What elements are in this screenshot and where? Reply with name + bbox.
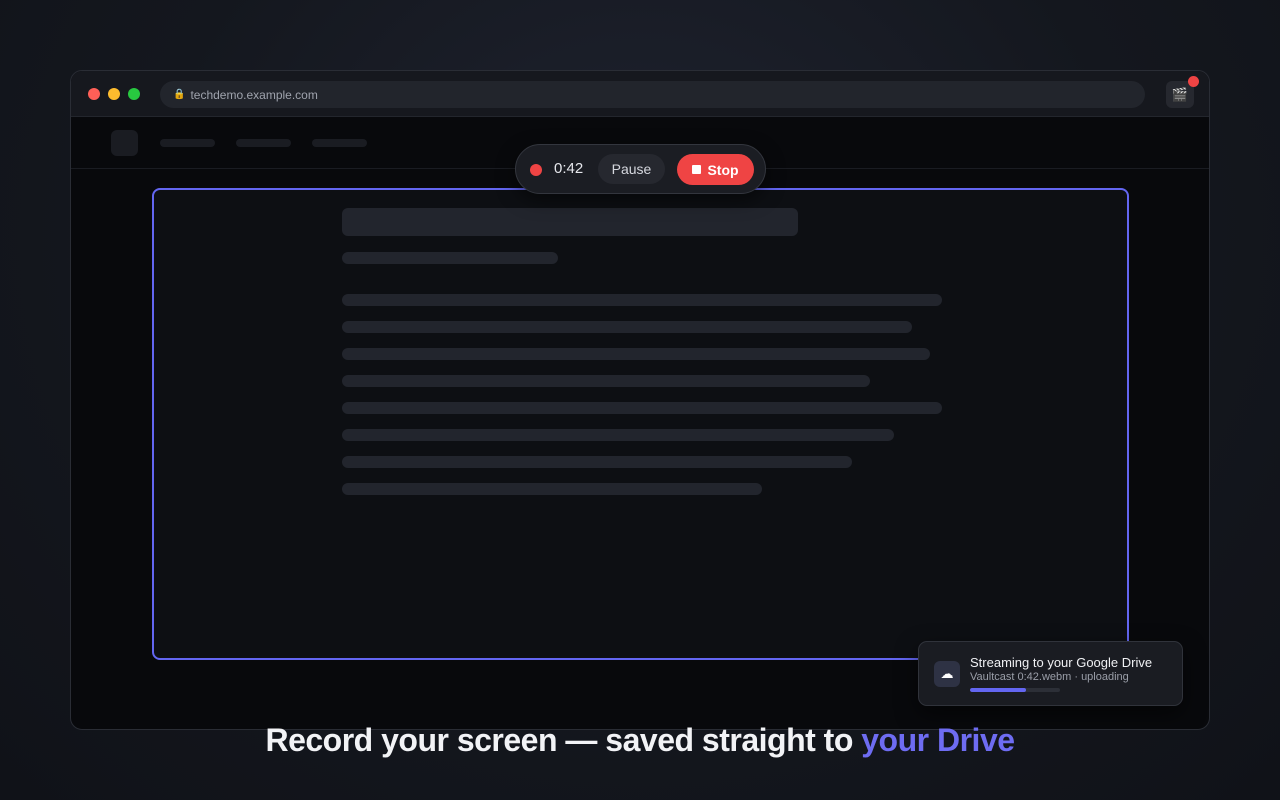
nav-link-placeholder <box>160 139 215 147</box>
text-line-placeholder <box>342 321 912 333</box>
clapperboard-icon: 🎬 <box>1171 86 1189 102</box>
headline-accent: your Drive <box>861 722 1015 758</box>
recording-controls: 0:42 Pause Stop <box>515 144 766 194</box>
subheading-placeholder <box>342 252 558 264</box>
maximize-window-button[interactable] <box>128 88 140 100</box>
nav-link-placeholder <box>236 139 291 147</box>
stop-icon <box>692 165 702 174</box>
cloud-icon: ☁ <box>934 661 960 687</box>
nav-link-placeholder <box>312 139 367 147</box>
minimize-window-button[interactable] <box>108 88 120 100</box>
site-logo-placeholder <box>111 130 138 156</box>
text-line-placeholder <box>342 483 762 495</box>
text-line-placeholder <box>342 429 894 441</box>
recording-area-frame <box>152 188 1129 660</box>
heading-placeholder <box>342 208 798 236</box>
recording-timer: 0:42 <box>554 160 584 177</box>
toast-subtitle: Vaultcast 0:42.webm · uploading <box>970 671 1129 683</box>
text-line-placeholder <box>342 375 870 387</box>
marketing-headline: Record your screen — saved straight to y… <box>0 722 1280 759</box>
address-url: techdemo.example.com <box>190 87 318 102</box>
text-line-placeholder <box>342 456 852 468</box>
upload-toast: ☁ Streaming to your Google Drive Vaultca… <box>918 641 1183 706</box>
upload-progress-bar <box>970 688 1060 692</box>
toast-title: Streaming to your Google Drive <box>970 655 1153 670</box>
stop-label: Stop <box>707 161 739 178</box>
recorder-extension-button[interactable]: 🎬 <box>1166 76 1199 108</box>
text-line-placeholder <box>342 402 942 414</box>
upload-progress-fill <box>970 688 1026 692</box>
browser-titlebar: 🔒 techdemo.example.com 🎬 <box>71 71 1209 117</box>
text-line-placeholder <box>342 294 942 306</box>
stop-button[interactable]: Stop <box>677 154 754 185</box>
pause-button[interactable]: Pause <box>598 154 665 184</box>
recording-badge <box>1188 76 1199 87</box>
lock-icon: 🔒 <box>173 89 186 100</box>
browser-window: 🔒 techdemo.example.com 🎬 0:42 Pause Stop… <box>70 70 1210 730</box>
pause-label: Pause <box>611 161 652 177</box>
address-bar[interactable]: 🔒 techdemo.example.com <box>160 81 1145 108</box>
headline-main: Record your screen — saved straight to <box>265 722 862 758</box>
close-window-button[interactable] <box>88 88 100 100</box>
text-line-placeholder <box>342 348 930 360</box>
recording-indicator-icon <box>530 164 542 176</box>
